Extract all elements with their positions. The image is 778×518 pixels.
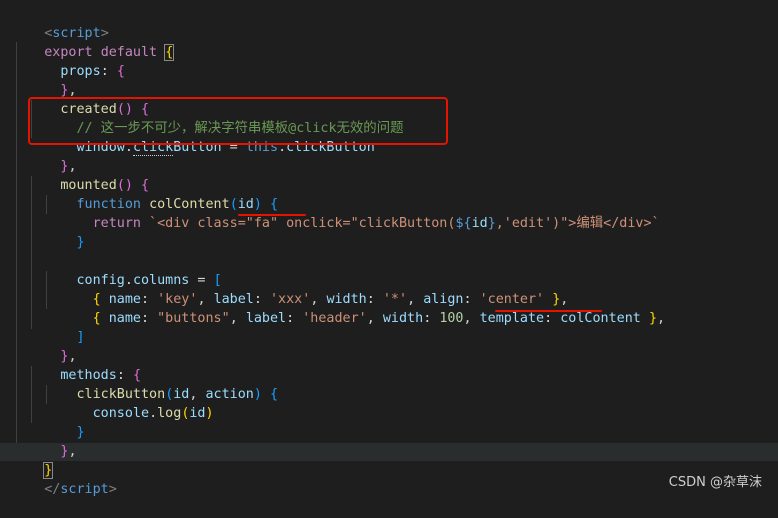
function-name: log (157, 406, 182, 421)
paren: ) (205, 406, 214, 421)
brace: { (164, 44, 175, 61)
brace: { (270, 387, 279, 402)
template-string: `<div class="fa" (141, 216, 287, 231)
code-line[interactable]: props: { (12, 43, 125, 79)
code-line[interactable]: }, (12, 423, 76, 459)
template-expr: ${ (455, 216, 472, 231)
watermark: CSDN @杂草沫 (668, 475, 762, 490)
tag-bracket: </ (44, 482, 61, 497)
brace: } (76, 425, 85, 440)
string: 'header' (302, 311, 367, 326)
code-line[interactable]: console.log(id) (12, 385, 214, 421)
template-string: onclick="clickButton( (286, 216, 456, 231)
code-line[interactable]: } (12, 404, 85, 440)
code-line[interactable]: } (12, 442, 54, 479)
code-line[interactable]: return `<div class="fa" onclick="clickBu… (12, 195, 660, 231)
identifier: console (92, 406, 150, 421)
identifier: colContent (560, 311, 641, 326)
property: name (108, 311, 141, 326)
code-line[interactable]: </script> (12, 461, 117, 497)
code-line[interactable]: { name: 'key', label: 'xxx', width: '*',… (12, 271, 569, 307)
number: 100 (439, 311, 464, 326)
annotation-underline (495, 310, 602, 312)
annotation-underline (238, 214, 306, 216)
code-line[interactable]: mounted() { (12, 157, 149, 193)
brace: { (92, 311, 101, 326)
code-line[interactable]: function colContent(id) { (12, 176, 279, 212)
tag-name: script (60, 482, 109, 497)
template-expr: } (487, 216, 496, 231)
property: width (382, 311, 424, 326)
code-line[interactable]: { name: "buttons", label: 'header', widt… (12, 290, 665, 326)
code-line[interactable]: clickButton(id, action) { (12, 366, 279, 402)
keyword: return (92, 216, 141, 231)
template-var: id (471, 216, 488, 231)
brace: { (116, 64, 125, 79)
code-line[interactable]: methods: { (12, 347, 141, 383)
brace: } (76, 235, 85, 250)
punctuation: : (100, 64, 117, 79)
tag-bracket: > (108, 482, 117, 497)
brace: } (648, 311, 657, 326)
highlight-box (28, 97, 448, 145)
bracket: ] (76, 330, 85, 345)
template-string: ,'edit')">编辑</div>` (495, 216, 660, 231)
parameter: id (189, 406, 206, 421)
property: label (245, 311, 287, 326)
code-line[interactable]: }, (12, 62, 76, 98)
code-editor[interactable]: <script> export default { props: { }, cr… (0, 0, 778, 498)
code-line[interactable]: <script> (12, 5, 109, 41)
code-line[interactable]: config.columns = [ (12, 252, 222, 288)
paren: ) (253, 387, 262, 402)
code-line[interactable]: export default { (12, 24, 175, 61)
current-line-highlight (0, 443, 778, 461)
code-line[interactable]: } (12, 214, 85, 250)
string: "buttons" (157, 311, 230, 326)
code-line[interactable]: }, (12, 328, 76, 364)
property: template (479, 311, 545, 326)
code-line[interactable]: ] (12, 309, 85, 345)
